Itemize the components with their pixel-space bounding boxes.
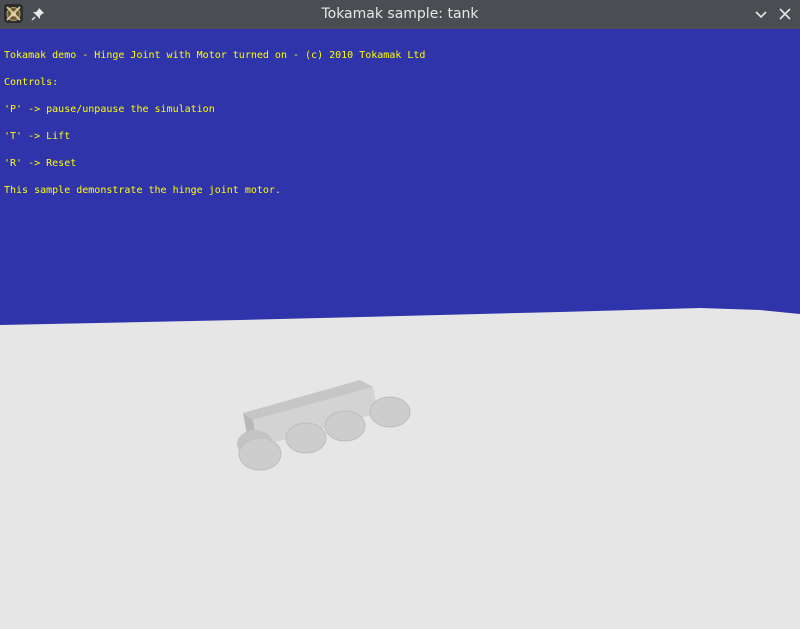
title-bar[interactable]: Tokamak sample: tank xyxy=(0,0,800,29)
close-button[interactable] xyxy=(776,5,794,23)
overlay-controls-heading: Controls: xyxy=(4,77,59,88)
minimize-button[interactable] xyxy=(752,5,770,23)
tokamak-app-icon[interactable] xyxy=(4,4,23,23)
overlay-control-lift: 'T' -> Lift xyxy=(4,131,71,142)
overlay-description: This sample demonstrate the hinge joint … xyxy=(4,185,281,196)
overlay-control-reset: 'R' -> Reset xyxy=(4,158,77,169)
render-viewport[interactable]: Tokamak demo - Hinge Joint with Motor tu… xyxy=(0,29,800,629)
overlay-control-pause: 'P' -> pause/unpause the simulation xyxy=(4,104,215,115)
tank-wheel xyxy=(324,410,366,442)
ground-plane xyxy=(0,308,800,629)
info-overlay: Tokamak demo - Hinge Joint with Motor tu… xyxy=(4,33,425,213)
tank-wheel xyxy=(238,437,282,471)
overlay-title-line: Tokamak demo - Hinge Joint with Motor tu… xyxy=(4,50,426,61)
pin-icon[interactable] xyxy=(30,6,46,22)
app-window: Tokamak sample: tank Tokamak demo - Hing… xyxy=(0,0,800,629)
tank-wheel xyxy=(285,422,327,454)
chevron-down-icon xyxy=(755,11,767,19)
window-title: Tokamak sample: tank xyxy=(321,6,479,22)
close-icon xyxy=(779,8,791,20)
tank-wheel xyxy=(369,396,411,428)
